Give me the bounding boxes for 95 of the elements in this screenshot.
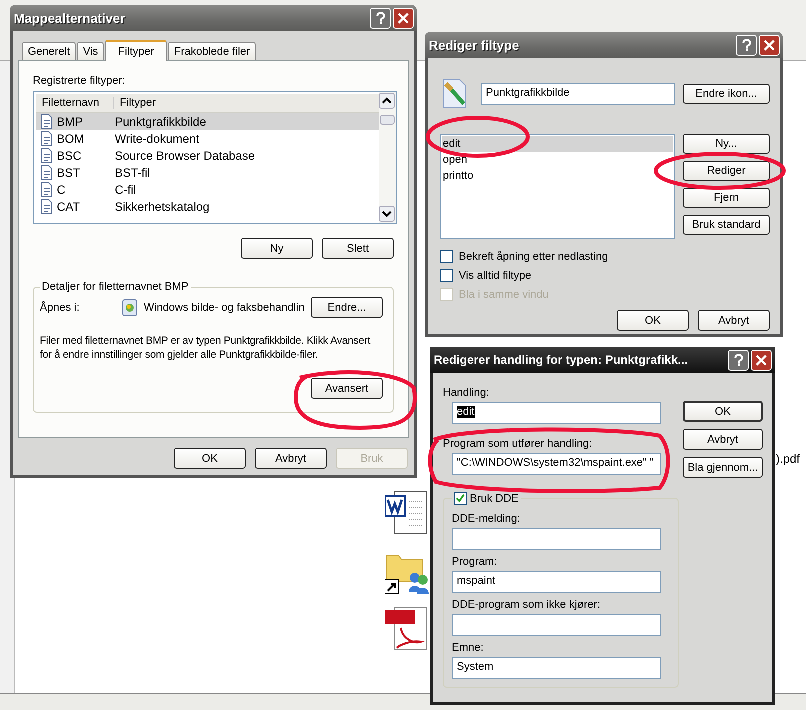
checkbox[interactable] bbox=[440, 250, 453, 263]
checkbox-label[interactable]: Vis alltid filtype bbox=[459, 270, 532, 282]
pdf-document-icon[interactable] bbox=[385, 606, 429, 652]
table-cell-text: CAT bbox=[57, 200, 82, 214]
column-header[interactable]: Filetternavn bbox=[36, 97, 114, 109]
field-value: edit bbox=[457, 406, 475, 418]
dialog-button[interactable]: OK bbox=[174, 448, 246, 469]
dialog-button[interactable]: Avbryt bbox=[683, 429, 763, 450]
description-text: Filer med filetternavnet BMP er av typen Punktgrafikkbilde. Klikk Avansert for å endre innstillinger som gjelder alle Punktgrafikkbilde-filer. bbox=[40, 334, 372, 362]
question-mark-icon bbox=[742, 38, 752, 52]
table-cell: Punktgrafikkbilde bbox=[115, 114, 206, 128]
file-name[interactable]: ).pdf bbox=[776, 452, 800, 466]
close-icon bbox=[398, 12, 409, 24]
tab[interactable]: Generelt bbox=[22, 42, 76, 60]
file-icon bbox=[40, 164, 54, 180]
scroll-bar[interactable] bbox=[379, 92, 396, 223]
close-button[interactable] bbox=[393, 8, 414, 28]
dialog-button[interactable]: OK bbox=[683, 401, 763, 422]
action-button[interactable]: Fjern bbox=[683, 188, 770, 208]
table-cell-text: C bbox=[57, 182, 67, 196]
advanced-button[interactable]: Avansert bbox=[311, 378, 383, 399]
tab[interactable]: Frakoblede filer bbox=[168, 42, 256, 60]
field-label: DDE-program som ikke kjører: bbox=[452, 599, 602, 611]
dialog-button[interactable]: Avbryt bbox=[255, 448, 327, 469]
close-button[interactable] bbox=[751, 350, 772, 370]
checkbox-label[interactable]: Bekreft åpning etter nedlasting bbox=[459, 250, 608, 262]
change-button[interactable]: Endre... bbox=[311, 297, 383, 318]
question-mark-icon bbox=[734, 354, 744, 366]
file-type-row[interactable]: C C-fil bbox=[36, 181, 379, 198]
window-title: Mappealternativer bbox=[14, 10, 126, 26]
window-title: Rediger filtype bbox=[429, 38, 520, 52]
action-item[interactable]: open bbox=[442, 152, 673, 168]
table-cell-text: BSC bbox=[57, 148, 83, 162]
window-title: Redigerer handling for typen: Punktgrafikk... bbox=[434, 353, 690, 367]
file-type-row[interactable]: BSC Source Browser Database bbox=[36, 147, 379, 164]
file-type-row[interactable]: BMP Punktgrafikkbilde bbox=[36, 113, 379, 130]
list-action-button[interactable]: Ny bbox=[241, 238, 313, 259]
program-name: Windows bilde- og faksbehandlin bbox=[144, 302, 305, 314]
file-icon bbox=[40, 130, 54, 146]
table-cell: BST-fil bbox=[115, 166, 150, 180]
file-type-name-field[interactable]: Punktgrafikkbilde bbox=[481, 83, 675, 105]
close-icon bbox=[764, 40, 775, 50]
scroll-thumb[interactable] bbox=[380, 115, 395, 125]
checkbox-label[interactable]: Bruk DDE bbox=[470, 492, 519, 504]
file-icon bbox=[40, 148, 54, 164]
file-type-row[interactable]: BOM Write-dokument bbox=[36, 130, 379, 147]
dialog-button[interactable]: OK bbox=[617, 310, 689, 331]
field-label: Handling: bbox=[443, 387, 490, 399]
program-path-field[interactable]: "C:\WINDOWS\system32\mspaint.exe" " bbox=[452, 453, 661, 475]
close-button[interactable] bbox=[759, 34, 780, 56]
list-label: Registrerte filtyper: bbox=[33, 75, 126, 87]
file-icon bbox=[40, 114, 54, 130]
field-label: Emne: bbox=[452, 642, 485, 654]
file-type-row[interactable]: BST BST-fil bbox=[36, 164, 379, 181]
scroll-down-icon[interactable] bbox=[379, 206, 395, 222]
action-button[interactable]: Bruk standard bbox=[683, 215, 770, 235]
scroll-up-icon[interactable] bbox=[379, 93, 395, 109]
action-button[interactable]: Ny... bbox=[683, 134, 770, 154]
input-field[interactable] bbox=[452, 614, 661, 636]
list-action-button[interactable]: Slett bbox=[322, 238, 394, 259]
file-icon bbox=[40, 182, 54, 198]
field-label: Program som utfører handling: bbox=[443, 438, 594, 450]
table-cell-text: BST bbox=[57, 166, 82, 180]
table-cell: Source Browser Database bbox=[115, 148, 256, 162]
change-icon-button[interactable]: Endre ikon... bbox=[683, 84, 770, 104]
group-legend: Detaljer for filetternavnet BMP bbox=[40, 281, 191, 293]
column-header[interactable]: Filtyper bbox=[114, 97, 162, 109]
dialog-button[interactable]: Avbryt bbox=[698, 310, 770, 331]
picture-viewer-icon bbox=[122, 298, 138, 316]
tab[interactable]: Vis bbox=[77, 42, 104, 60]
checkbox[interactable] bbox=[454, 492, 467, 505]
input-field[interactable] bbox=[452, 528, 661, 550]
action-name-field[interactable]: edit bbox=[452, 402, 661, 424]
action-item[interactable]: printto bbox=[442, 168, 673, 184]
field-label: Program: bbox=[452, 556, 498, 568]
field-label: DDE-melding: bbox=[452, 513, 522, 525]
file-icon bbox=[40, 198, 54, 214]
table-cell: Sikkerhetskatalog bbox=[115, 200, 210, 214]
dialog-button[interactable]: Bla gjennom... bbox=[683, 457, 763, 478]
field-label: Åpnes i: bbox=[40, 302, 81, 314]
word-document-icon[interactable] bbox=[385, 490, 429, 536]
input-field[interactable]: mspaint bbox=[452, 571, 661, 593]
close-icon bbox=[756, 354, 767, 366]
file-type-row[interactable]: CAT Sikkerhetskatalog bbox=[36, 198, 379, 215]
table-cell-text: BMP bbox=[57, 114, 84, 128]
table-cell: Write-dokument bbox=[115, 132, 200, 146]
table-cell-text: BOM bbox=[57, 132, 86, 146]
checkbox[interactable] bbox=[440, 269, 453, 282]
table-cell: C-fil bbox=[115, 182, 136, 196]
input-field[interactable]: System bbox=[452, 657, 661, 679]
action-item[interactable]: edit bbox=[442, 136, 673, 152]
action-button[interactable]: Rediger bbox=[683, 161, 770, 181]
question-mark-icon bbox=[376, 12, 386, 24]
help-button[interactable] bbox=[728, 350, 749, 370]
tab[interactable]: Filtyper bbox=[105, 40, 168, 61]
